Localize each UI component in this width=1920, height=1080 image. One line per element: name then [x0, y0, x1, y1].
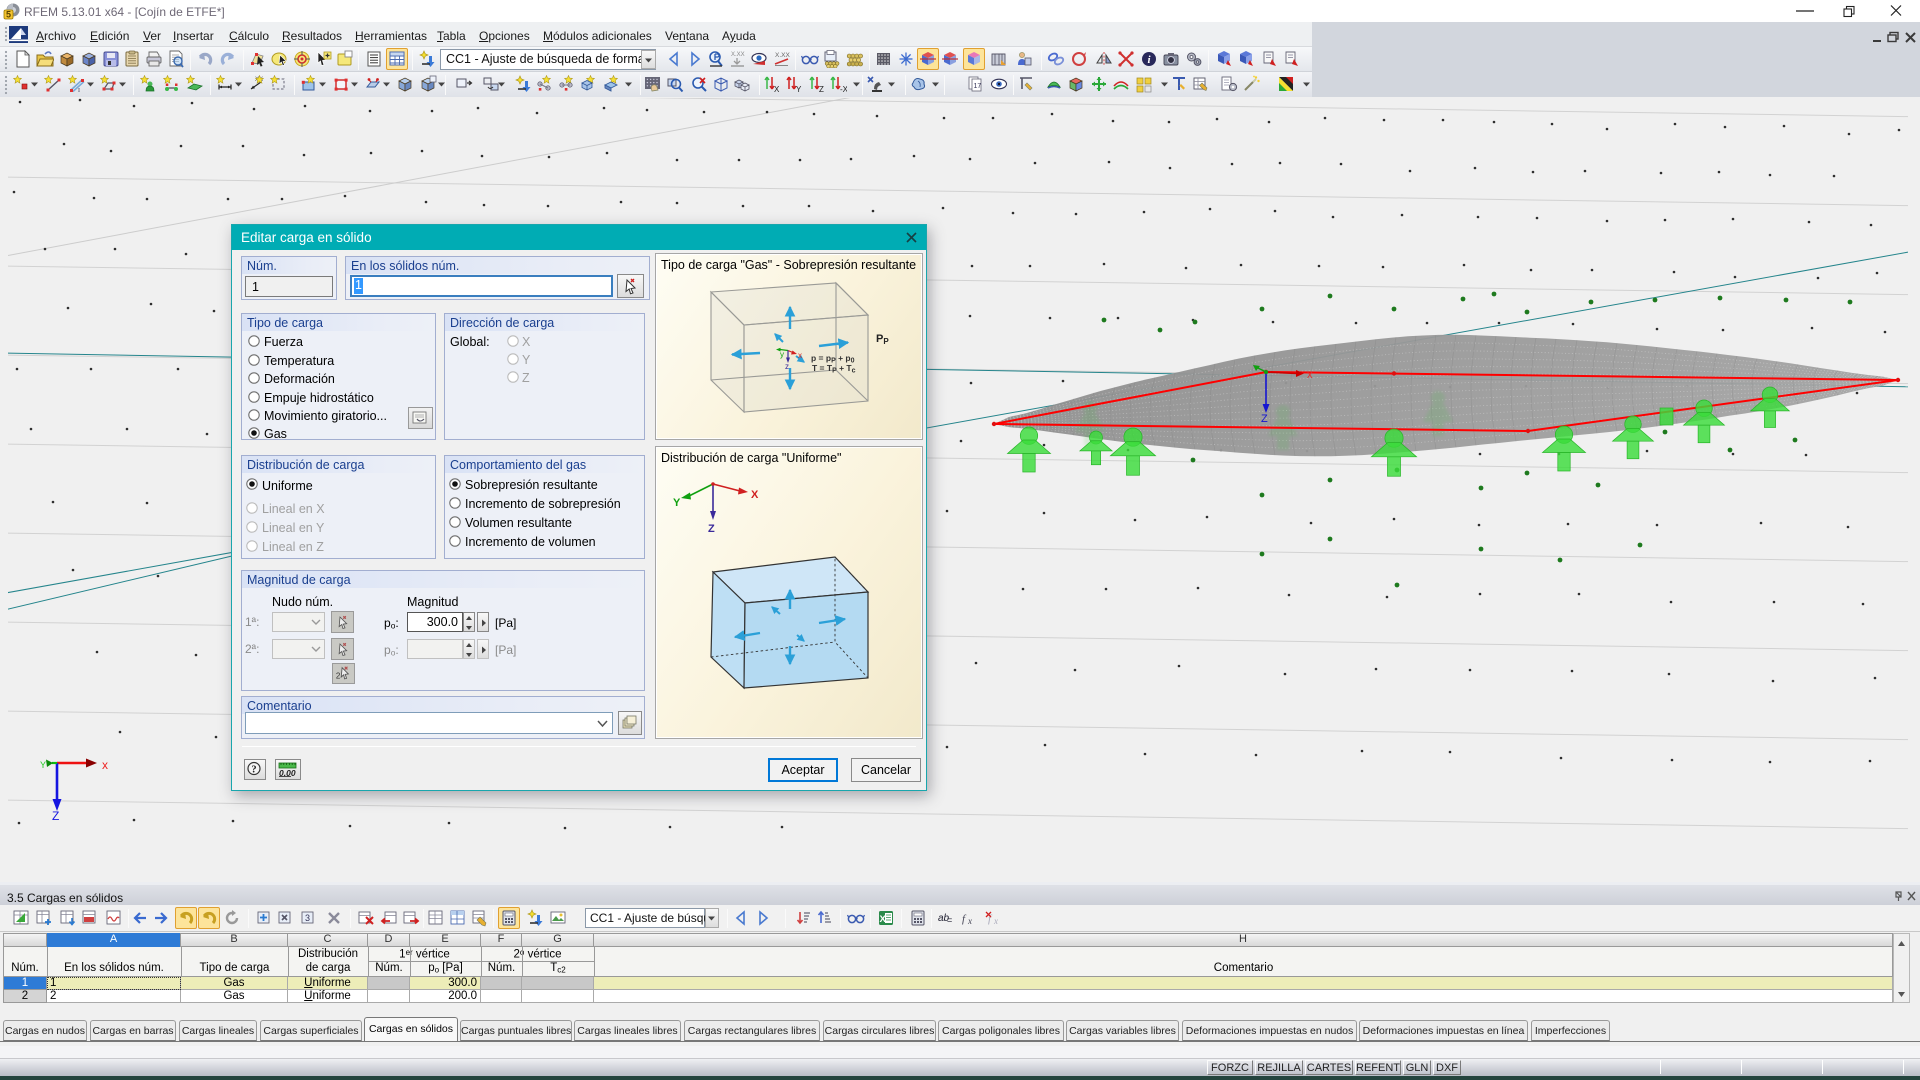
svg-text:I: I	[78, 88, 80, 93]
svg-text:2: 2	[336, 671, 341, 680]
svg-text:?: ?	[251, 765, 256, 776]
svg-text:y: y	[780, 350, 784, 359]
svg-text:Z: Z	[52, 809, 59, 823]
svg-text:z: z	[785, 362, 789, 371]
svg-text:Y: Y	[673, 497, 681, 509]
svg-text:Z: Z	[1261, 413, 1268, 425]
svg-text:X: X	[880, 914, 887, 925]
svg-text:x: x	[967, 916, 972, 926]
svg-text:f: f	[962, 913, 967, 925]
svg-text:Z: Z	[708, 523, 715, 535]
svg-text:x: x	[102, 758, 108, 772]
svg-text:x: x	[993, 916, 998, 926]
svg-text:Z: Z	[819, 85, 824, 93]
svg-text:X.XX: X.XX	[731, 52, 745, 58]
svg-text:X: X	[751, 489, 759, 501]
svg-text:-X: -X	[840, 85, 847, 93]
svg-text:x: x	[1307, 369, 1313, 381]
svg-text:Y: Y	[40, 760, 46, 770]
svg-text:17: 17	[974, 83, 982, 90]
svg-text:PP: PP	[876, 333, 889, 346]
svg-text:=: =	[947, 915, 952, 925]
svg-text:3: 3	[305, 913, 310, 923]
svg-text:0.00: 0.00	[279, 768, 296, 777]
svg-text:x: x	[798, 351, 802, 360]
svg-text:Y: Y	[796, 85, 802, 93]
svg-text:5: 5	[6, 10, 11, 20]
svg-text:X.XX: X.XX	[775, 52, 790, 59]
svg-text:X: X	[774, 85, 780, 93]
